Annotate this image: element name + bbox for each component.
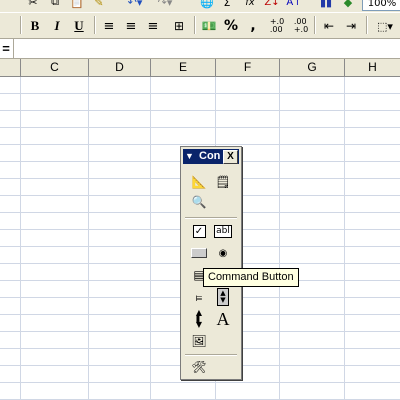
bold-button[interactable]: B xyxy=(26,17,44,35)
merge-center-icon[interactable]: ⊞ xyxy=(170,17,188,35)
textbox-icon[interactable]: abl xyxy=(213,221,233,241)
palette-separator xyxy=(185,217,237,219)
increase-indent-icon[interactable]: ⇥ xyxy=(342,17,360,35)
column-headers: C D E F G H xyxy=(0,59,400,77)
comma-button[interactable]: , xyxy=(244,17,262,35)
checkbox-icon[interactable]: ✓ xyxy=(189,221,209,241)
properties-icon[interactable]: 🗒 xyxy=(213,172,233,192)
command-button-icon[interactable] xyxy=(189,243,209,263)
column-header-f[interactable]: F xyxy=(216,59,280,76)
close-button[interactable]: X xyxy=(223,150,238,164)
cut-icon[interactable]: ✂ xyxy=(26,0,40,9)
toolbar-separator xyxy=(94,16,96,34)
currency-icon[interactable]: 💵 xyxy=(200,17,218,35)
undo-icon[interactable]: ↶▾ xyxy=(125,0,145,9)
toolbar-separator xyxy=(366,16,368,34)
design-mode-icon[interactable]: 📐 xyxy=(189,172,209,192)
formatting-toolbar: B I U ≡ ≡ ≡ ⊞ 💵 % , +.0.00 .00 +.0 ⇤ ⇥ ⬚▾ xyxy=(0,13,400,39)
view-code-icon[interactable]: 🔍 xyxy=(189,192,209,212)
align-right-icon[interactable]: ≡ xyxy=(144,17,162,35)
formula-input[interactable] xyxy=(13,39,400,58)
increase-decimal-icon[interactable]: +.0.00 xyxy=(266,17,288,35)
decrease-indent-icon[interactable]: ⇤ xyxy=(320,17,338,35)
copy-icon[interactable]: ⧉ xyxy=(48,0,62,9)
control-toolbox-title: Con xyxy=(199,150,221,162)
redo-icon[interactable]: ↷▾ xyxy=(155,0,175,9)
zoom-box[interactable]: 100% xyxy=(362,0,400,11)
column-header-g[interactable]: G xyxy=(280,59,345,76)
italic-button[interactable]: I xyxy=(48,17,66,35)
zoom-value: 100% xyxy=(367,0,397,9)
column-header-e[interactable]: E xyxy=(151,59,216,76)
percent-button[interactable]: % xyxy=(222,17,240,35)
formula-equals-label: = xyxy=(2,41,10,56)
sort-descending-icon[interactable]: Z↓ xyxy=(264,0,280,9)
scroll-bar-icon[interactable]: ▲ ▮ ▼ xyxy=(189,309,209,329)
chart-wizard-icon[interactable]: ▮▮ xyxy=(318,0,334,9)
sort-ascending-icon[interactable]: A↑ xyxy=(286,0,302,9)
decrease-decimal-icon[interactable]: .00 +.0 xyxy=(290,17,312,35)
column-header-d[interactable]: D xyxy=(89,59,151,76)
align-center-icon[interactable]: ≡ xyxy=(122,17,140,35)
paste-icon[interactable]: 📋 xyxy=(70,0,84,9)
function-icon[interactable]: fx xyxy=(242,0,258,9)
toolbar-separator xyxy=(194,16,196,34)
spin-button-icon[interactable]: ▲ ▼ xyxy=(213,287,233,307)
standard-toolbar: ✂ ⧉ 📋 ✎ ↶▾ ↷▾ 🌐 Σ fx Z↓ A↑ ▮▮ ◆ 100% xyxy=(0,0,400,12)
formula-bar: = xyxy=(0,39,400,59)
column-header-c[interactable]: C xyxy=(21,59,89,76)
label-icon[interactable]: A xyxy=(213,309,233,329)
select-all-corner[interactable] xyxy=(0,59,21,76)
format-painter-icon[interactable]: ✎ xyxy=(92,0,106,9)
option-button-icon[interactable]: ◉ xyxy=(213,243,233,263)
image-icon[interactable]: 🖼 xyxy=(189,331,209,351)
control-toolbox-titlebar[interactable]: ▼ Con X xyxy=(183,149,239,164)
drawing-icon[interactable]: ◆ xyxy=(340,0,356,9)
align-left-icon[interactable]: ≡ xyxy=(100,17,118,35)
toolbar-separator xyxy=(314,16,316,34)
more-controls-icon[interactable]: 🛠 xyxy=(189,357,209,377)
toolbar-separator xyxy=(20,16,22,34)
control-toolbox: ▼ Con X 📐 🗒 🔍 ✓ abl ◉ ▤ ▣ ⫢ ▲▼ ▲▮▼ A 🖼 🛠 xyxy=(180,146,242,380)
toggle-button-icon[interactable]: ⫢ xyxy=(189,287,209,307)
hyperlink-icon[interactable]: 🌐 xyxy=(200,0,214,9)
palette-separator xyxy=(185,354,237,356)
borders-icon[interactable]: ⬚▾ xyxy=(372,17,398,35)
column-header-h[interactable]: H xyxy=(345,59,400,76)
autosum-icon[interactable]: Σ xyxy=(220,0,234,9)
underline-button[interactable]: U xyxy=(70,17,88,35)
tooltip: Command Button xyxy=(203,268,299,287)
toolbar-options-icon[interactable]: ▼ xyxy=(185,149,194,164)
